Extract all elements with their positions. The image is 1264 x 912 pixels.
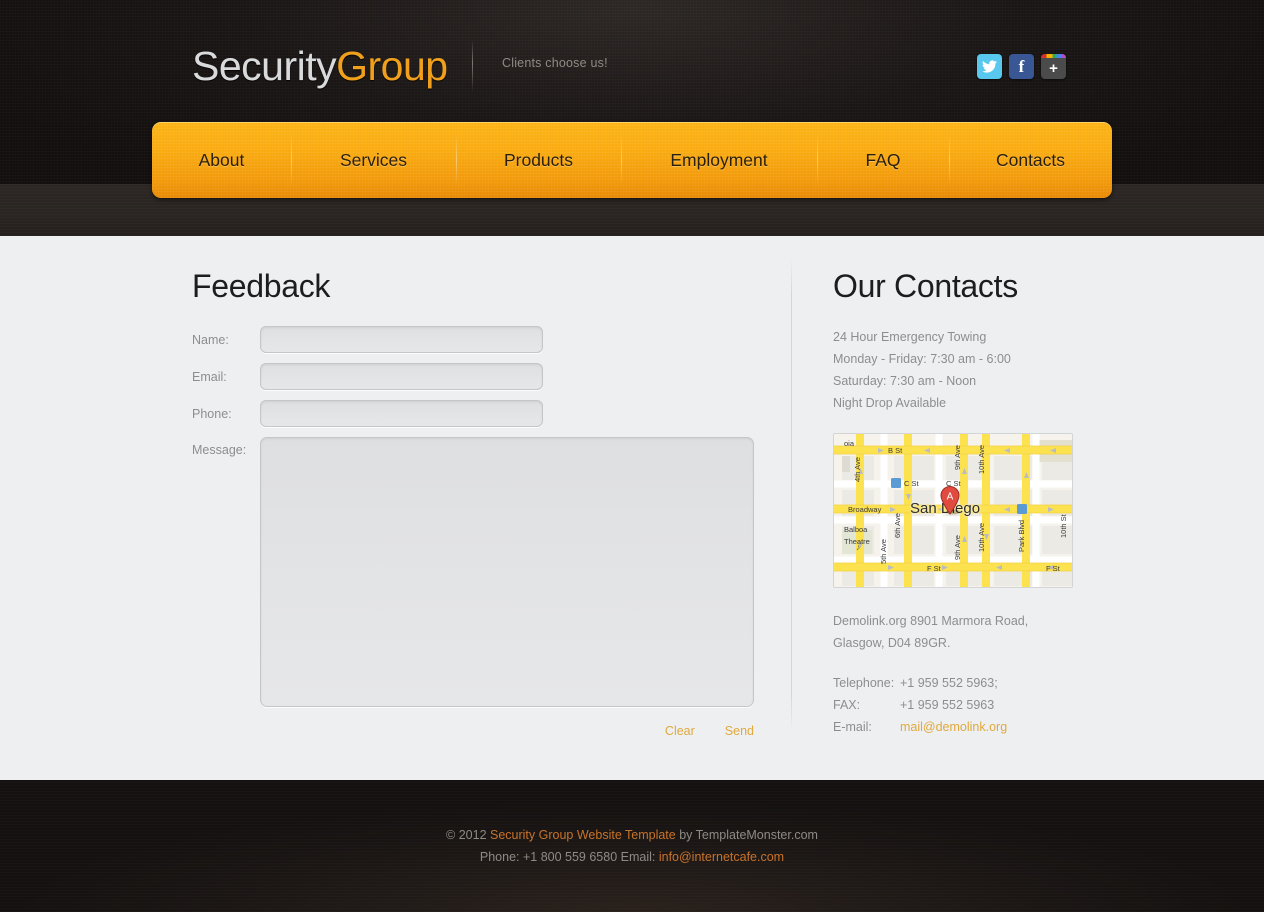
email-label: E-mail: bbox=[833, 720, 872, 734]
nav-item-contacts[interactable]: Contacts bbox=[949, 122, 1112, 198]
form-row-message: Message: bbox=[192, 437, 762, 707]
send-button[interactable]: Send bbox=[725, 724, 754, 738]
main-navigation: About Services Products Employment FAQ C… bbox=[152, 122, 1112, 198]
svg-text:10th Ave: 10th Ave bbox=[977, 523, 986, 552]
logo-text-secondary: Group bbox=[336, 43, 448, 89]
svg-text:C St: C St bbox=[904, 479, 920, 488]
contacts-details: Telephone: +1 959 552 5963; FAX: +1 959 … bbox=[833, 672, 1133, 738]
site-logo[interactable]: SecurityGroup bbox=[192, 42, 448, 90]
hours-line-2: Monday - Friday: 7:30 am - 6:00 bbox=[833, 352, 1011, 366]
phone-label: Phone: bbox=[192, 406, 232, 421]
phone-input[interactable] bbox=[260, 400, 543, 427]
svg-text:10th St: 10th St bbox=[1059, 513, 1068, 538]
nav-item-services[interactable]: Services bbox=[291, 122, 456, 198]
nav-label: About bbox=[198, 149, 245, 170]
nav-label: Services bbox=[339, 149, 408, 170]
fax-label: FAX: bbox=[833, 698, 861, 712]
email-row: E-mail: mail@demolink.org bbox=[833, 716, 1133, 738]
logo-separator bbox=[472, 40, 473, 92]
contacts-address: Demolink.org 8901 Marmora Road, Glasgow,… bbox=[833, 610, 1133, 654]
map-marker-pin: A bbox=[940, 486, 960, 515]
telephone-row: Telephone: +1 959 552 5963; bbox=[833, 672, 1133, 694]
svg-text:Park Blvd: Park Blvd bbox=[1017, 520, 1026, 552]
address-line-1: Demolink.org 8901 Marmora Road, bbox=[833, 614, 1029, 628]
svg-text:Balboa: Balboa bbox=[844, 525, 868, 534]
svg-text:4th Ave: 4th Ave bbox=[853, 457, 862, 482]
nav-label: Employment bbox=[670, 149, 768, 170]
telephone-value: +1 959 552 5963; bbox=[900, 676, 998, 690]
svg-text:B St: B St bbox=[888, 446, 903, 455]
nav-label: Products bbox=[503, 149, 574, 170]
nav-item-faq[interactable]: FAQ bbox=[817, 122, 949, 198]
logo-text-primary: Security bbox=[192, 43, 337, 89]
svg-text:A: A bbox=[947, 492, 954, 503]
footer-texture bbox=[0, 780, 1264, 912]
telephone-label: Telephone: bbox=[833, 676, 895, 690]
form-row-phone: Phone: bbox=[192, 400, 762, 427]
nav-item-employment[interactable]: Employment bbox=[621, 122, 817, 198]
svg-text:9th Ave: 9th Ave bbox=[953, 535, 962, 560]
footer-copyright: © 2012 Security Group Website Template b… bbox=[0, 828, 1264, 842]
hours-line-4: Night Drop Available bbox=[833, 396, 947, 410]
svg-text:oia: oia bbox=[844, 439, 855, 448]
email-label: Email: bbox=[192, 369, 227, 384]
fax-row: FAX: +1 959 552 5963 bbox=[833, 694, 1133, 716]
svg-text:F St: F St bbox=[927, 564, 942, 573]
contacts-title: Our Contacts bbox=[833, 268, 1018, 304]
nav-label: FAQ bbox=[865, 149, 901, 170]
svg-text:5th Ave: 5th Ave bbox=[879, 539, 888, 564]
form-row-name: Name: bbox=[192, 326, 762, 353]
email-link[interactable]: mail@demolink.org bbox=[900, 716, 1007, 738]
svg-text:F St: F St bbox=[1046, 564, 1061, 573]
column-divider bbox=[791, 258, 792, 732]
hours-line-1: 24 Hour Emergency Towing bbox=[833, 330, 987, 344]
feedback-title: Feedback bbox=[192, 268, 331, 304]
nav-label: Contacts bbox=[995, 149, 1066, 170]
google-plus-icon[interactable]: + bbox=[1041, 54, 1066, 79]
copyright-prefix: © 2012 bbox=[446, 828, 490, 842]
name-input[interactable] bbox=[260, 326, 543, 353]
contacts-hours: 24 Hour Emergency Towing Monday - Friday… bbox=[833, 326, 1133, 414]
site-header: SecurityGroup Clients choose us! f + Abo… bbox=[0, 0, 1264, 236]
facebook-glyph: f bbox=[1018, 57, 1025, 76]
name-label: Name: bbox=[192, 332, 229, 347]
facebook-icon[interactable]: f bbox=[1009, 54, 1034, 79]
nav-item-about[interactable]: About bbox=[152, 122, 291, 198]
footer-contact: Phone: +1 800 559 6580 Email: info@inter… bbox=[0, 850, 1264, 864]
google-plus-glyph: + bbox=[1049, 59, 1058, 77]
site-tagline: Clients choose us! bbox=[502, 56, 608, 70]
svg-text:9th Ave: 9th Ave bbox=[953, 445, 962, 470]
footer-phone-text: Phone: +1 800 559 6580 Email: bbox=[479, 850, 659, 864]
svg-text:6th Ave: 6th Ave bbox=[893, 513, 902, 538]
template-link[interactable]: Security Group Website Template bbox=[490, 828, 676, 842]
clear-button[interactable]: Clear bbox=[665, 724, 695, 738]
main-content: Feedback Name: Email: Phone: Message: Cl… bbox=[0, 236, 1264, 780]
location-map[interactable]: B St C St C St Broadway F St F St oia Ba… bbox=[833, 433, 1073, 588]
message-textarea[interactable] bbox=[260, 437, 754, 707]
fax-value: +1 959 552 5963 bbox=[900, 698, 995, 712]
social-links: f + bbox=[977, 54, 1066, 79]
contacts-section: Our Contacts 24 Hour Emergency Towing Mo… bbox=[833, 268, 1133, 738]
footer-email-link[interactable]: info@internetcafe.com bbox=[659, 850, 784, 864]
svg-text:10th Ave: 10th Ave bbox=[977, 445, 986, 474]
site-footer: © 2012 Security Group Website Template b… bbox=[0, 780, 1264, 912]
page-root: SecurityGroup Clients choose us! f + Abo… bbox=[0, 0, 1264, 912]
form-actions: Clear Send bbox=[260, 724, 754, 738]
nav-item-products[interactable]: Products bbox=[456, 122, 621, 198]
email-input[interactable] bbox=[260, 363, 543, 390]
address-line-2: Glasgow, D04 89GR. bbox=[833, 636, 951, 650]
twitter-icon[interactable] bbox=[977, 54, 1002, 79]
svg-text:♪: ♪ bbox=[856, 542, 861, 552]
form-row-email: Email: bbox=[192, 363, 762, 390]
copyright-suffix: by TemplateMonster.com bbox=[675, 828, 818, 842]
feedback-section: Feedback Name: Email: Phone: Message: Cl… bbox=[192, 268, 762, 738]
svg-text:Broadway: Broadway bbox=[848, 505, 882, 514]
message-label: Message: bbox=[192, 443, 247, 457]
hours-line-3: Saturday: 7:30 am - Noon bbox=[833, 374, 977, 388]
